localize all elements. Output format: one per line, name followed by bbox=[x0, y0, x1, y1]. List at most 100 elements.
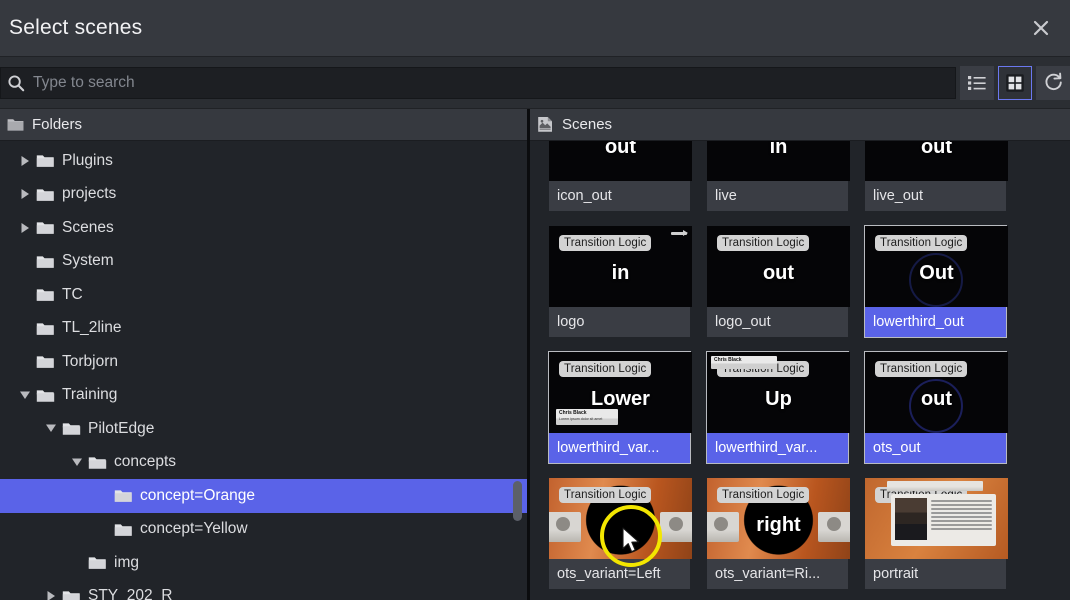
page-title: Select scenes bbox=[9, 16, 143, 39]
scene-card[interactable]: Transition Logic ots_variant=Left bbox=[548, 477, 692, 590]
scenes-scroll-area[interactable]: out icon_out in live out live_out Transition L… bbox=[530, 141, 1070, 600]
grid-view-button[interactable] bbox=[998, 65, 1032, 100]
chevron-right-icon[interactable] bbox=[40, 590, 62, 600]
chevron-down-icon[interactable] bbox=[40, 423, 62, 434]
scene-card-inner: out icon_out bbox=[548, 141, 692, 212]
folder-open-icon bbox=[88, 455, 114, 470]
folder-tree-item[interactable]: Torbjorn bbox=[0, 345, 527, 379]
scene-card[interactable]: Transition Logic right ots_variant=Ri... bbox=[706, 477, 850, 590]
scene-thumbnail: Chris Black Lorem ipsum dolor sit amet Tra… bbox=[549, 352, 692, 433]
scene-card[interactable]: Transition Logicportrait bbox=[864, 477, 1008, 590]
view-toolbar bbox=[956, 57, 1070, 108]
folder-tree-item[interactable]: concept=Yellow bbox=[0, 513, 527, 547]
transition-logic-badge: Transition Logic bbox=[559, 361, 652, 377]
folder-open-icon bbox=[36, 388, 62, 403]
scene-thumbnail-text: right bbox=[756, 514, 801, 536]
transition-logic-badge: Transition Logic bbox=[717, 487, 810, 503]
scene-card-caption: icon_out bbox=[549, 181, 690, 211]
folder-tree-item[interactable]: TC bbox=[0, 278, 527, 312]
scene-thumbnail: Transition Logic out bbox=[865, 352, 1008, 433]
scene-card-caption: live bbox=[707, 181, 848, 211]
folder-tree-item[interactable]: STY_202_R bbox=[0, 580, 527, 600]
folder-icon bbox=[36, 187, 62, 202]
scene-thumbnail-text: out bbox=[604, 141, 637, 158]
chevron-down-icon[interactable] bbox=[66, 457, 88, 468]
chevron-right-icon[interactable] bbox=[14, 222, 36, 234]
folder-tree-item[interactable]: concepts bbox=[0, 446, 527, 480]
scene-thumbnail: Chris BlackTransition LogicUp bbox=[707, 352, 850, 433]
folder-tree-item[interactable]: Plugins bbox=[0, 144, 527, 178]
folder-tree-item-label: concepts bbox=[114, 453, 177, 471]
scene-thumbnail: Transition Logic bbox=[549, 478, 692, 559]
chevron-right-icon[interactable] bbox=[14, 188, 36, 200]
folder-tree-item[interactable]: Training bbox=[0, 379, 527, 413]
scene-card-inner: Transition Logicportrait bbox=[864, 477, 1008, 590]
transition-logic-badge: Transition Logic bbox=[559, 235, 652, 251]
scene-card[interactable]: Transition Logic in logo bbox=[548, 225, 692, 338]
folder-tree-item[interactable]: concept=Orange bbox=[0, 479, 527, 513]
scene-thumbnail: out bbox=[549, 141, 692, 181]
folder-tree-item-label: STY_202_R bbox=[88, 587, 173, 600]
search-field-wrapper[interactable] bbox=[0, 66, 956, 99]
folder-tree-item[interactable]: PilotEdge bbox=[0, 412, 527, 446]
folder-tree-item[interactable]: Scenes bbox=[0, 211, 527, 245]
chevron-down-icon[interactable] bbox=[14, 390, 36, 401]
folder-tree-item[interactable]: projects bbox=[0, 178, 527, 212]
close-icon bbox=[1033, 20, 1049, 36]
scenes-pane: Scenes out icon_out in live out live_out Trans… bbox=[530, 109, 1070, 600]
folder-icon bbox=[88, 555, 114, 570]
scene-card[interactable]: out icon_out bbox=[548, 141, 692, 212]
lowerthird-graphic: Chris Black bbox=[711, 356, 777, 369]
refresh-button[interactable] bbox=[1036, 65, 1070, 100]
scene-thumbnail-text: in bbox=[769, 141, 788, 158]
scene-card-caption: logo_out bbox=[707, 307, 848, 337]
scene-card-inner: Chris BlackTransition LogicUplowerthird_… bbox=[706, 351, 850, 464]
scene-card-caption: logo bbox=[549, 307, 690, 337]
scenes-pane-header: Scenes bbox=[530, 109, 1070, 141]
search-icon bbox=[3, 74, 29, 92]
refresh-icon bbox=[1044, 72, 1062, 91]
transition-logic-badge: Transition Logic bbox=[875, 361, 968, 377]
scene-card[interactable]: Transition Logic Out lowerthird_out bbox=[864, 225, 1008, 338]
chevron-right-icon[interactable] bbox=[14, 155, 36, 167]
folder-icon bbox=[36, 287, 62, 302]
scene-card-caption: live_out bbox=[865, 181, 1006, 211]
folder-tree-item[interactable]: System bbox=[0, 245, 527, 279]
folder-tree-item-label: Plugins bbox=[62, 151, 113, 169]
scene-card[interactable]: out live_out bbox=[864, 141, 1008, 212]
folder-icon bbox=[62, 589, 88, 600]
list-view-button[interactable] bbox=[960, 65, 994, 100]
folder-tree-item[interactable]: img bbox=[0, 546, 527, 580]
folder-tree-item-label: img bbox=[114, 553, 139, 571]
scene-card[interactable]: Chris Black Lorem ipsum dolor sit amet Tra… bbox=[548, 351, 692, 464]
scene-card-caption: ots_variant=Left bbox=[549, 559, 690, 589]
titlebar: Select scenes bbox=[0, 0, 1070, 57]
search-input[interactable] bbox=[29, 73, 955, 92]
scene-thumbnail: Transition Logic in bbox=[549, 226, 692, 307]
search-toolbar bbox=[0, 57, 1070, 109]
transition-logic-badge: Transition Logic bbox=[559, 487, 652, 503]
folders-scrollbar-thumb[interactable] bbox=[513, 481, 522, 521]
folder-tree-item-label: PilotEdge bbox=[88, 419, 155, 437]
folder-tree[interactable]: Plugins projects Scenes System TC TL_2line Tor… bbox=[0, 141, 527, 600]
scene-card-inner: Transition Logic out ots_out bbox=[864, 351, 1008, 464]
scene-card-caption: ots_variant=Ri... bbox=[707, 559, 848, 589]
close-button[interactable] bbox=[1018, 0, 1064, 56]
scene-card[interactable]: Transition Logic out logo_out bbox=[706, 225, 850, 338]
scene-card[interactable]: Chris BlackTransition LogicUplowerthird_… bbox=[706, 351, 850, 464]
folders-pane-title: Folders bbox=[32, 116, 83, 133]
scene-card[interactable]: Transition Logic out ots_out bbox=[864, 351, 1008, 464]
folder-tree-item[interactable]: TL_2line bbox=[0, 312, 527, 346]
folder-tree-item-label: projects bbox=[62, 185, 117, 203]
image-icon bbox=[538, 117, 552, 132]
scene-thumbnail-text: in bbox=[611, 262, 630, 284]
scene-card-caption: portrait bbox=[865, 559, 1006, 589]
folder-tree-item-label: Torbjorn bbox=[62, 352, 118, 370]
folder-tree-item-label: Training bbox=[62, 386, 118, 404]
scene-thumbnail: in bbox=[707, 141, 850, 181]
folder-icon bbox=[114, 522, 140, 537]
dialog-body: Folders Plugins projects Scenes System TC TL_… bbox=[0, 109, 1070, 600]
scene-card[interactable]: in live bbox=[706, 141, 850, 212]
portrait-card bbox=[891, 494, 996, 546]
scene-thumbnail: Transition Logic bbox=[865, 478, 1008, 559]
